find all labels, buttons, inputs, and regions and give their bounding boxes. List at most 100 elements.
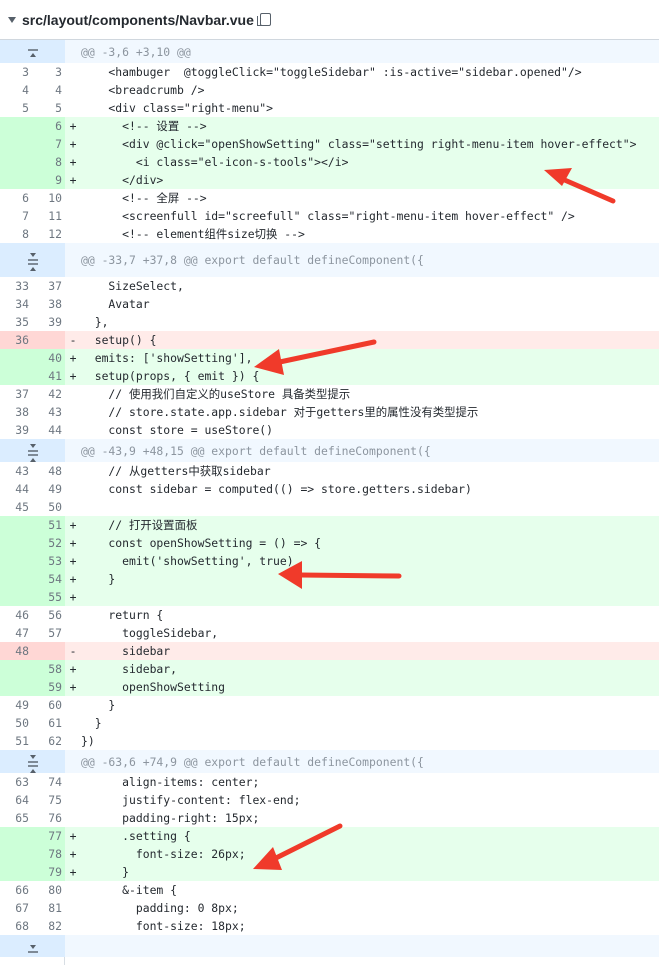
old-line-number[interactable]: 39: [0, 421, 32, 439]
old-line-number[interactable]: [0, 678, 32, 696]
new-line-number[interactable]: [32, 331, 65, 349]
old-line-number[interactable]: 68: [0, 917, 32, 935]
old-line-number[interactable]: 49: [0, 696, 32, 714]
new-line-number[interactable]: 60: [32, 696, 65, 714]
new-line-number[interactable]: 80: [32, 881, 65, 899]
old-line-number[interactable]: [0, 367, 32, 385]
new-line-number[interactable]: 5: [32, 99, 65, 117]
old-line-number[interactable]: 45: [0, 498, 32, 516]
new-line-number[interactable]: 75: [32, 791, 65, 809]
new-line-number[interactable]: 39: [32, 313, 65, 331]
new-line-number[interactable]: 40: [32, 349, 65, 367]
old-line-number[interactable]: 66: [0, 881, 32, 899]
expand-lines-button[interactable]: [0, 439, 65, 462]
old-line-number[interactable]: [0, 588, 32, 606]
old-line-number[interactable]: [0, 117, 32, 135]
new-line-number[interactable]: 52: [32, 534, 65, 552]
new-line-number[interactable]: 78: [32, 845, 65, 863]
old-line-number[interactable]: 38: [0, 403, 32, 421]
new-line-number[interactable]: 4: [32, 81, 65, 99]
new-line-number[interactable]: 58: [32, 660, 65, 678]
old-line-number[interactable]: [0, 135, 32, 153]
new-line-number[interactable]: 43: [32, 403, 65, 421]
new-line-number[interactable]: 81: [32, 899, 65, 917]
old-line-number[interactable]: [0, 171, 32, 189]
old-line-number[interactable]: [0, 845, 32, 863]
diff-sign: [65, 606, 81, 624]
copy-path-icon[interactable]: [256, 13, 271, 26]
old-line-number[interactable]: 3: [0, 63, 32, 81]
file-path[interactable]: src/layout/components/Navbar.vue: [22, 12, 254, 28]
old-line-number[interactable]: 36: [0, 331, 32, 349]
old-line-number[interactable]: 65: [0, 809, 32, 827]
old-line-number[interactable]: 46: [0, 606, 32, 624]
code-text: setup(props, { emit }) {: [81, 367, 659, 385]
new-line-number[interactable]: 57: [32, 624, 65, 642]
new-line-number[interactable]: 11: [32, 207, 65, 225]
old-line-number[interactable]: [0, 153, 32, 171]
old-line-number[interactable]: [0, 552, 32, 570]
new-line-number[interactable]: 41: [32, 367, 65, 385]
old-line-number[interactable]: 8: [0, 225, 32, 243]
old-line-number[interactable]: 43: [0, 462, 32, 480]
new-line-number[interactable]: 51: [32, 516, 65, 534]
old-line-number[interactable]: [0, 516, 32, 534]
expand-lines-button[interactable]: [0, 750, 65, 773]
new-line-number[interactable]: 44: [32, 421, 65, 439]
old-line-number[interactable]: 4: [0, 81, 32, 99]
new-line-number[interactable]: [32, 642, 65, 660]
old-line-number[interactable]: 63: [0, 773, 32, 791]
old-line-number[interactable]: [0, 660, 32, 678]
diff-sign: [65, 277, 81, 295]
old-line-number[interactable]: [0, 349, 32, 367]
new-line-number[interactable]: 9: [32, 171, 65, 189]
expand-lines-button[interactable]: [0, 40, 65, 63]
new-line-number[interactable]: 53: [32, 552, 65, 570]
new-line-number[interactable]: 61: [32, 714, 65, 732]
old-line-number[interactable]: 67: [0, 899, 32, 917]
new-line-number[interactable]: 37: [32, 277, 65, 295]
new-line-number[interactable]: 42: [32, 385, 65, 403]
new-line-number[interactable]: 10: [32, 189, 65, 207]
old-line-number[interactable]: 35: [0, 313, 32, 331]
new-line-number[interactable]: 76: [32, 809, 65, 827]
old-line-number[interactable]: [0, 534, 32, 552]
new-line-number[interactable]: 79: [32, 863, 65, 881]
old-line-number[interactable]: 34: [0, 295, 32, 313]
old-line-number[interactable]: 37: [0, 385, 32, 403]
old-line-number[interactable]: 6: [0, 189, 32, 207]
old-line-number[interactable]: 50: [0, 714, 32, 732]
new-line-number[interactable]: 7: [32, 135, 65, 153]
new-line-number[interactable]: 8: [32, 153, 65, 171]
old-line-number[interactable]: [0, 863, 32, 881]
new-line-number[interactable]: 77: [32, 827, 65, 845]
new-line-number[interactable]: 12: [32, 225, 65, 243]
new-line-number[interactable]: 49: [32, 480, 65, 498]
new-line-number[interactable]: 82: [32, 917, 65, 935]
new-line-number[interactable]: 59: [32, 678, 65, 696]
new-line-number[interactable]: 56: [32, 606, 65, 624]
old-line-number[interactable]: 44: [0, 480, 32, 498]
new-line-number[interactable]: 48: [32, 462, 65, 480]
old-line-number[interactable]: 64: [0, 791, 32, 809]
old-line-number[interactable]: 48: [0, 642, 32, 660]
new-line-number[interactable]: 50: [32, 498, 65, 516]
expand-lines-button[interactable]: [0, 243, 65, 277]
old-line-number[interactable]: 51: [0, 732, 32, 750]
old-line-number[interactable]: 33: [0, 277, 32, 295]
new-line-number[interactable]: 54: [32, 570, 65, 588]
new-line-number[interactable]: 3: [32, 63, 65, 81]
expand-lines-button[interactable]: [0, 935, 65, 957]
old-line-number[interactable]: [0, 570, 32, 588]
old-line-number[interactable]: 47: [0, 624, 32, 642]
new-line-number[interactable]: 74: [32, 773, 65, 791]
new-line-number[interactable]: 55: [32, 588, 65, 606]
new-line-number[interactable]: 62: [32, 732, 65, 750]
diff-line: 38 43 // store.state.app.sidebar 对于getter…: [0, 403, 659, 421]
new-line-number[interactable]: 38: [32, 295, 65, 313]
old-line-number[interactable]: 5: [0, 99, 32, 117]
collapse-caret-icon[interactable]: [8, 16, 16, 23]
old-line-number[interactable]: [0, 827, 32, 845]
new-line-number[interactable]: 6: [32, 117, 65, 135]
old-line-number[interactable]: 7: [0, 207, 32, 225]
